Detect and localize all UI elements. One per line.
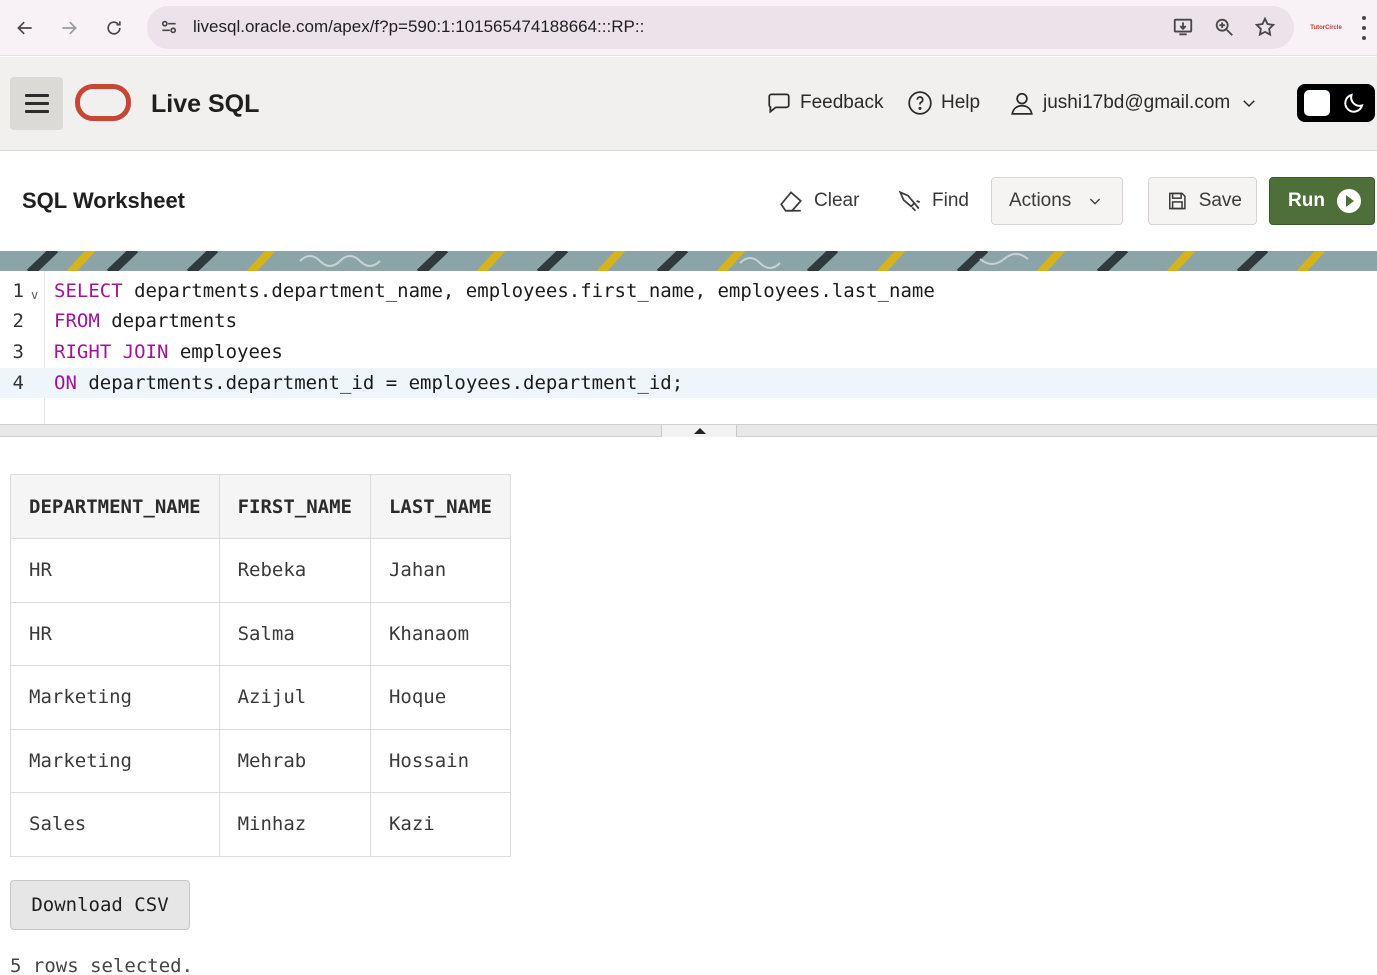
results-table: DEPARTMENT_NAME FIRST_NAME LAST_NAME HR … <box>10 474 511 857</box>
feedback-link[interactable]: Feedback <box>766 90 883 116</box>
eraser-icon <box>780 191 802 212</box>
collapse-up-icon[interactable] <box>661 425 737 437</box>
table-row: HR Rebeka Jahan <box>10 538 511 603</box>
table-cell: Rebeka <box>218 538 371 603</box>
line-number: 1 <box>12 280 24 302</box>
help-link[interactable]: Help <box>907 90 980 116</box>
table-cell: Marketing <box>10 665 220 730</box>
table-cell: Mehrab <box>218 728 371 793</box>
save-button[interactable]: Save <box>1148 177 1257 225</box>
chevron-down-icon <box>1090 198 1101 205</box>
line-number: 2 <box>12 310 24 332</box>
sql-text: departments.department_id = employees.de… <box>76 372 684 394</box>
run-button[interactable]: Run <box>1269 177 1375 225</box>
table-cell: Hossain <box>369 728 511 793</box>
forward-arrow-icon[interactable] <box>51 10 87 46</box>
browser-toolbar: livesql.oracle.com/apex/f?p=590:1:101565… <box>0 0 1377 56</box>
column-header: LAST_NAME <box>369 474 511 539</box>
sql-keyword: ON <box>54 372 77 394</box>
table-row: Marketing Azijul Hoque <box>10 665 511 730</box>
table-cell: Marketing <box>10 728 220 793</box>
browser-menu-icon[interactable] <box>1362 16 1368 40</box>
run-label: Run <box>1288 190 1325 211</box>
code-line-4[interactable]: 4 ON departments.department_id = employe… <box>0 368 1377 398</box>
sql-editor[interactable]: 1 v SELECT departments.department_name, … <box>0 271 1377 424</box>
app-title[interactable]: Live SQL <box>151 90 259 119</box>
theme-toggle[interactable] <box>1297 84 1375 122</box>
play-icon <box>1336 189 1361 213</box>
table-cell: Khanaom <box>369 601 511 666</box>
table-header-row: DEPARTMENT_NAME FIRST_NAME LAST_NAME <box>10 474 511 539</box>
install-app-icon[interactable] <box>1172 16 1194 38</box>
code-line-2[interactable]: 2 FROM departments <box>0 306 1377 336</box>
site-settings-icon[interactable] <box>159 17 179 37</box>
table-row: Sales Minhaz Kazi <box>10 792 511 857</box>
line-number: 3 <box>12 341 24 363</box>
table-cell: HR <box>10 538 220 603</box>
sql-text: employees <box>168 341 283 363</box>
hamburger-menu-button[interactable] <box>10 77 63 130</box>
table-row: HR Salma Khanaom <box>10 601 511 666</box>
code-line-1[interactable]: 1 v SELECT departments.department_name, … <box>0 276 1377 306</box>
find-button[interactable]: Find <box>882 177 983 225</box>
user-menu[interactable]: jushi17bd@gmail.com <box>1009 90 1258 116</box>
help-circle-icon <box>908 91 932 115</box>
back-arrow-icon[interactable] <box>7 10 43 46</box>
sql-keyword: SELECT <box>54 280 123 302</box>
code-line-3[interactable]: 3 RIGHT JOIN employees <box>0 337 1377 367</box>
table-cell: HR <box>10 601 220 666</box>
sql-keyword: RIGHT JOIN <box>54 341 169 363</box>
zoom-icon[interactable] <box>1213 16 1235 38</box>
profile-avatar[interactable]: TutorCircle <box>1310 14 1342 42</box>
table-cell: Hoque <box>369 665 511 730</box>
save-label: Save <box>1198 190 1242 211</box>
pane-splitter[interactable] <box>0 424 1377 437</box>
table-cell: Kazi <box>369 792 511 857</box>
clear-button[interactable]: Clear <box>764 177 873 225</box>
url-text[interactable]: livesql.oracle.com/apex/f?p=590:1:101565… <box>193 17 644 37</box>
floppy-disk-icon <box>1169 192 1186 210</box>
oracle-logo[interactable] <box>75 84 131 121</box>
find-label: Find <box>932 190 969 211</box>
table-cell: Salma <box>218 601 371 666</box>
address-bar[interactable]: livesql.oracle.com/apex/f?p=590:1:101565… <box>147 6 1294 49</box>
user-email: jushi17bd@gmail.com <box>1043 92 1231 113</box>
chevron-down-icon <box>1243 100 1255 108</box>
table-row: Marketing Mehrab Hossain <box>10 728 511 793</box>
worksheet-title: SQL Worksheet <box>22 188 186 213</box>
rows-selected-status: 5 rows selected. <box>10 955 194 975</box>
clear-label: Clear <box>814 190 860 211</box>
bookmark-star-icon[interactable] <box>1254 16 1276 38</box>
moon-icon <box>1344 93 1364 113</box>
table-cell: Sales <box>10 792 220 857</box>
flashlight-icon <box>898 190 921 212</box>
feedback-label: Feedback <box>800 92 884 113</box>
sql-keyword: FROM <box>54 310 100 332</box>
table-cell: Jahan <box>369 538 511 603</box>
decorative-banner <box>0 251 1377 271</box>
column-header: FIRST_NAME <box>218 474 371 539</box>
sql-text: departments <box>99 310 238 332</box>
chat-bubble-icon <box>768 93 790 114</box>
download-csv-button[interactable]: Download CSV <box>10 880 190 930</box>
reload-icon[interactable] <box>96 10 132 46</box>
app-header: Live SQL Feedback Help jushi17bd@gmail.c… <box>0 57 1377 151</box>
column-header: DEPARTMENT_NAME <box>10 474 220 539</box>
user-icon <box>1011 92 1033 115</box>
table-cell: Azijul <box>218 665 371 730</box>
sql-text: departments.department_name, employees.f… <box>122 280 935 302</box>
light-mode-knob <box>1304 90 1330 116</box>
line-number: 4 <box>12 372 24 394</box>
actions-label: Actions <box>1009 190 1072 211</box>
table-cell: Minhaz <box>218 792 371 857</box>
actions-dropdown[interactable]: Actions <box>991 177 1123 225</box>
help-label: Help <box>941 92 981 113</box>
